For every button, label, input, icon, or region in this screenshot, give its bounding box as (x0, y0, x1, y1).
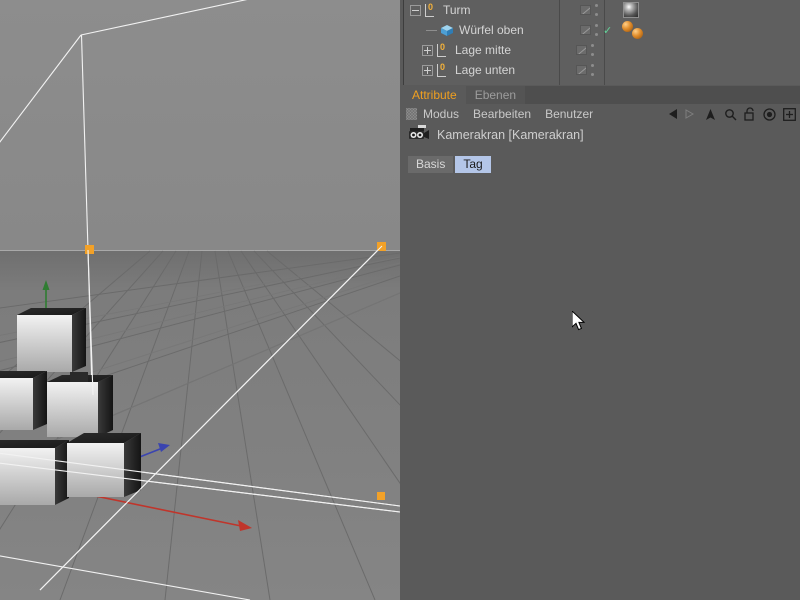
tag-icon[interactable] (622, 21, 633, 32)
up-arrow-icon[interactable] (704, 108, 717, 121)
tab-attribute[interactable]: Attribute (403, 86, 466, 104)
attribute-menu-bar[interactable]: Modus Bearbeiten Benutzer (403, 104, 800, 124)
object-label: Lage unten (455, 63, 516, 77)
cube-icon (440, 24, 454, 37)
panel-tabs[interactable]: Attribute Ebenen (403, 86, 800, 104)
material-tag-icon[interactable] (623, 2, 639, 18)
search-icon[interactable] (724, 108, 737, 121)
cinema4d-window: 0 Turm Würfel oben ✓ 0 Lage mitte 0 Lage… (0, 0, 800, 600)
tree-branch-line (426, 29, 437, 31)
object-manager[interactable]: 0 Turm Würfel oben ✓ 0 Lage mitte 0 Lage… (403, 0, 800, 85)
visibility-toggle-icon[interactable] (576, 45, 587, 55)
back-arrow-icon[interactable] (668, 108, 684, 120)
drag-grip-icon[interactable] (406, 108, 417, 120)
object-title: Kamerakran [Kamerakran] (437, 128, 584, 142)
expand-expander-icon[interactable] (422, 44, 433, 56)
tag-icon[interactable] (632, 28, 643, 39)
object-label: Turm (443, 3, 471, 17)
cube-mid-right (47, 375, 113, 437)
selected-check-icon: ✓ (603, 24, 613, 37)
visibility-dots-icon[interactable] (591, 44, 594, 56)
object-row-wuerfel-oben[interactable]: Würfel oben ✓ (404, 20, 800, 40)
visibility-dots-icon[interactable] (595, 24, 598, 36)
object-row-turm[interactable]: 0 Turm (404, 0, 800, 20)
cube-bottom-right (67, 433, 141, 497)
null-object-icon: 0 (424, 2, 438, 17)
menu-benutzer[interactable]: Benutzer (545, 107, 593, 121)
perspective-viewport[interactable] (0, 0, 400, 600)
object-label: Würfel oben (459, 23, 524, 37)
lock-open-icon[interactable] (744, 107, 756, 121)
null-object-icon: 0 (436, 62, 450, 77)
expand-expander-icon[interactable] (422, 64, 433, 76)
forward-arrow-icon[interactable] (683, 108, 697, 120)
menu-modus[interactable]: Modus (423, 107, 459, 121)
visibility-dots-icon[interactable] (595, 4, 598, 16)
attribute-object-header: Kamerakran [Kamerakran] (403, 124, 800, 146)
basis-button[interactable]: Basis (408, 156, 454, 173)
target-icon[interactable] (763, 107, 776, 121)
attribute-mode-buttons[interactable]: Basis Tag (403, 155, 800, 175)
object-label: Lage mitte (455, 43, 512, 57)
menu-bearbeiten[interactable]: Bearbeiten (473, 107, 531, 121)
rig-handle-target (377, 492, 385, 500)
tab-ebenen[interactable]: Ebenen (465, 86, 526, 104)
viewport-scene (0, 0, 400, 600)
right-panel: 0 Turm Würfel oben ✓ 0 Lage mitte 0 Lage… (400, 0, 800, 600)
visibility-toggle-icon[interactable] (576, 65, 587, 75)
object-row-lage-unten[interactable]: 0 Lage unten (404, 60, 800, 80)
visibility-dots-icon[interactable] (591, 64, 594, 76)
visibility-toggle-icon[interactable] (580, 25, 591, 35)
cube-bottom-left (0, 440, 69, 505)
visibility-toggle-icon[interactable] (580, 5, 591, 15)
tag-button[interactable]: Tag (455, 156, 491, 173)
camera-crane-icon (408, 124, 430, 147)
cube-mid-left (0, 371, 47, 430)
cube-top (17, 308, 86, 372)
collapse-expander-icon[interactable] (410, 4, 421, 16)
plus-box-icon[interactable] (783, 107, 796, 121)
null-object-icon: 0 (436, 42, 450, 57)
rig-handle (85, 245, 94, 254)
object-row-lage-mitte[interactable]: 0 Lage mitte (404, 40, 800, 60)
